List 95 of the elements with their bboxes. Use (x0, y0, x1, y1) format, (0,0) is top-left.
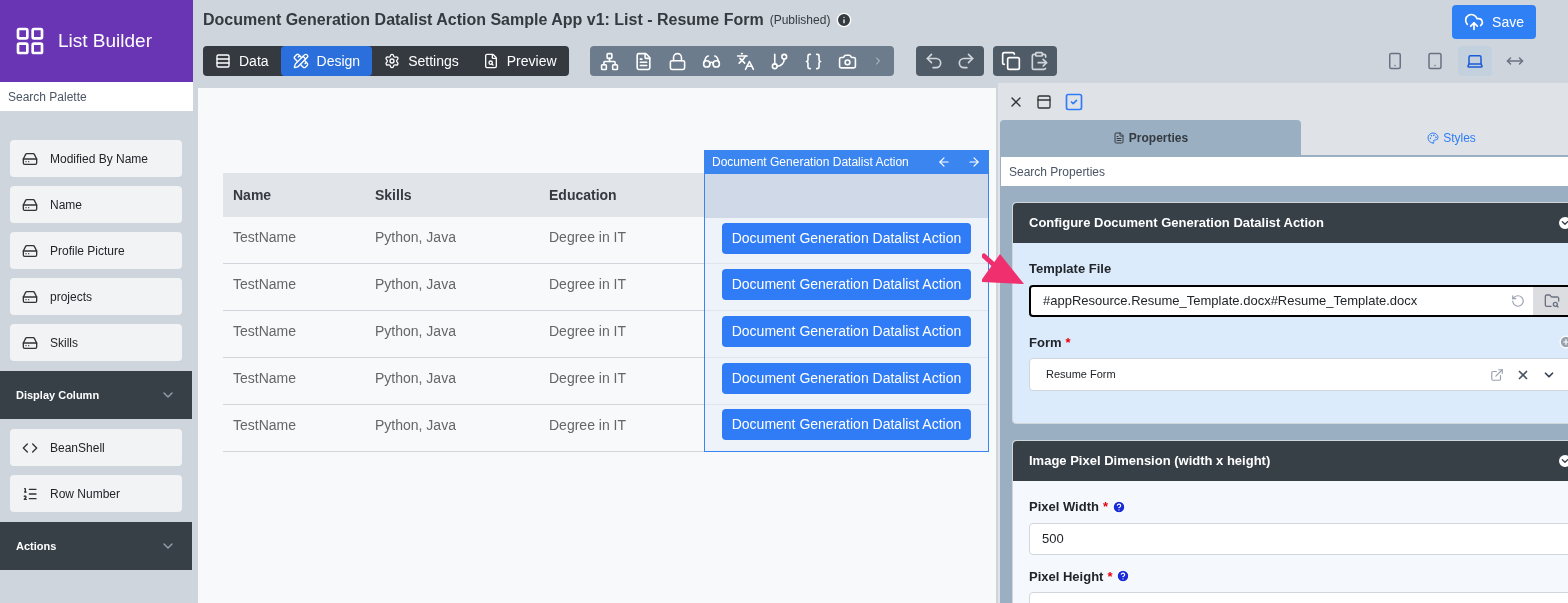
column-header: Education (548, 185, 618, 205)
page-title: Document Generation Datalist Action Sample App v1: List - Resume Form (203, 10, 764, 30)
checkbox-icon[interactable] (1064, 91, 1084, 112)
table-cell-text: Degree in IT (548, 322, 628, 341)
drive-icon (22, 150, 38, 167)
toolbar-tool-icon[interactable] (803, 51, 823, 71)
template-file-field[interactable]: #appResource.Resume_Template.docx#Resume_Template.docx (1029, 284, 1568, 317)
settings-icon (384, 53, 401, 69)
reset-icon[interactable] (1511, 293, 1525, 308)
tablet-icon (1426, 52, 1444, 70)
drive-icon (22, 288, 38, 305)
drive-icon (22, 196, 38, 213)
palette-item[interactable]: Name (10, 186, 182, 223)
toolbar-tool-icon[interactable] (667, 51, 687, 71)
palette-item[interactable]: projects (10, 278, 182, 315)
preview-icon (482, 53, 499, 69)
drive-icon (22, 242, 38, 259)
table-cell-text: Python, Java (374, 322, 457, 341)
action-column[interactable]: Document Generation Datalist Action Document Generation Datalist Action Document Generation Datalist Action Document Generation Datalist Action Document Generation Datalist Action (704, 173, 989, 452)
table-cell-text: TestName (232, 369, 298, 388)
mode-tab[interactable]: Preview (470, 46, 569, 76)
field-label: Pixel Height (1029, 567, 1104, 586)
table-cell-text: Python, Java (374, 275, 457, 294)
info-icon[interactable] (836, 12, 853, 28)
number-field[interactable]: 500 (1029, 522, 1568, 555)
table-cell-text: Degree in IT (548, 369, 628, 388)
palette-item[interactable]: Modified By Name (10, 140, 182, 177)
panel-icon[interactable] (1036, 93, 1052, 110)
table-cell-text: Degree in IT (548, 416, 628, 435)
table-cell-text: TestName (232, 275, 298, 294)
palette-section-header[interactable]: Display Column (0, 371, 192, 419)
document-icon (1112, 131, 1125, 144)
folder-search-icon (1544, 292, 1560, 309)
field-label: Pixel Width (1029, 498, 1099, 516)
section-header[interactable]: Configure Document Generation Datalist Action (1013, 203, 1568, 243)
palette-item[interactable]: Profile Picture (10, 232, 182, 269)
mode-tab[interactable]: Settings (372, 46, 471, 76)
field-label: Template File (1029, 260, 1112, 278)
palette-item[interactable]: Skills (10, 324, 182, 361)
undo-icon[interactable] (923, 51, 944, 71)
datalist-action-button[interactable]: Document Generation Datalist Action (721, 362, 972, 394)
required-mark: * (1107, 567, 1113, 586)
datalist-action-button[interactable]: Document Generation Datalist Action (721, 222, 972, 254)
search-properties-field[interactable]: Search Properties (1001, 157, 1568, 186)
palette-item[interactable]: BeanShell (10, 429, 182, 466)
browse-file-button[interactable] (1533, 286, 1568, 315)
table-cell-text: Python, Java (374, 228, 457, 247)
laptop-icon (1466, 52, 1484, 70)
table-cell-text: Degree in IT (548, 275, 628, 294)
toolbar-tool-icon[interactable] (769, 51, 789, 71)
toolbar-tool-icon[interactable] (837, 51, 857, 71)
required-mark: * (1102, 498, 1108, 516)
design-icon (292, 53, 309, 69)
column-tag-label: Document Generation Datalist Action (712, 153, 910, 171)
list-builder-logo-icon (14, 25, 46, 57)
table-cell-text: TestName (232, 322, 298, 341)
table-cell-text: Python, Java (374, 416, 457, 435)
palette-section-header[interactable]: Actions (0, 522, 192, 570)
required-mark: * (1065, 333, 1071, 352)
move-right-icon[interactable] (967, 154, 981, 169)
mode-tab[interactable]: Data (203, 46, 281, 76)
table-cell-text: TestName (232, 416, 298, 435)
help-icon[interactable] (1112, 499, 1126, 514)
palette-icon (1427, 131, 1440, 144)
table-cell-text: TestName (232, 228, 298, 247)
palette-item[interactable]: Row Number (10, 475, 182, 512)
mode-tab[interactable]: Design (280, 46, 373, 76)
phone-icon (1386, 52, 1404, 70)
datalist-action-button[interactable]: Document Generation Datalist Action (721, 269, 972, 301)
field-label: Form (1029, 333, 1062, 352)
datalist-action-button[interactable]: Document Generation Datalist Action (721, 409, 972, 441)
data-icon (215, 53, 231, 69)
help-icon[interactable] (1116, 569, 1131, 584)
copy-icon[interactable] (1000, 51, 1021, 71)
publish-status: (Published) (769, 12, 831, 29)
table-cell-text: Degree in IT (548, 228, 628, 247)
numbered-list-icon (22, 485, 38, 502)
datalist-action-button[interactable]: Document Generation Datalist Action (721, 316, 972, 347)
drive-icon (22, 334, 38, 351)
toolbar-tool-icon[interactable] (735, 51, 755, 71)
cloud-upload-icon (1464, 12, 1485, 32)
save-button[interactable]: Save (1452, 5, 1536, 39)
column-header: Name (232, 185, 273, 205)
form-select[interactable]: Resume Form (1029, 358, 1568, 391)
app-title: List Builder (58, 28, 152, 53)
panel-tab[interactable]: Properties (1000, 120, 1301, 155)
toolbar-tool-icon[interactable] (633, 51, 653, 71)
column-header: Skills (374, 185, 413, 205)
search-palette-field[interactable]: Search Palette (0, 82, 193, 112)
table-cell-text: Python, Java (374, 369, 457, 388)
open-link-icon[interactable] (1490, 367, 1504, 382)
toolbar-tool-icon[interactable] (599, 51, 619, 71)
device-view-button[interactable] (1458, 46, 1492, 76)
move-left-icon[interactable] (937, 154, 951, 169)
section-header[interactable]: Image Pixel Dimension (width x height) (1013, 441, 1568, 481)
